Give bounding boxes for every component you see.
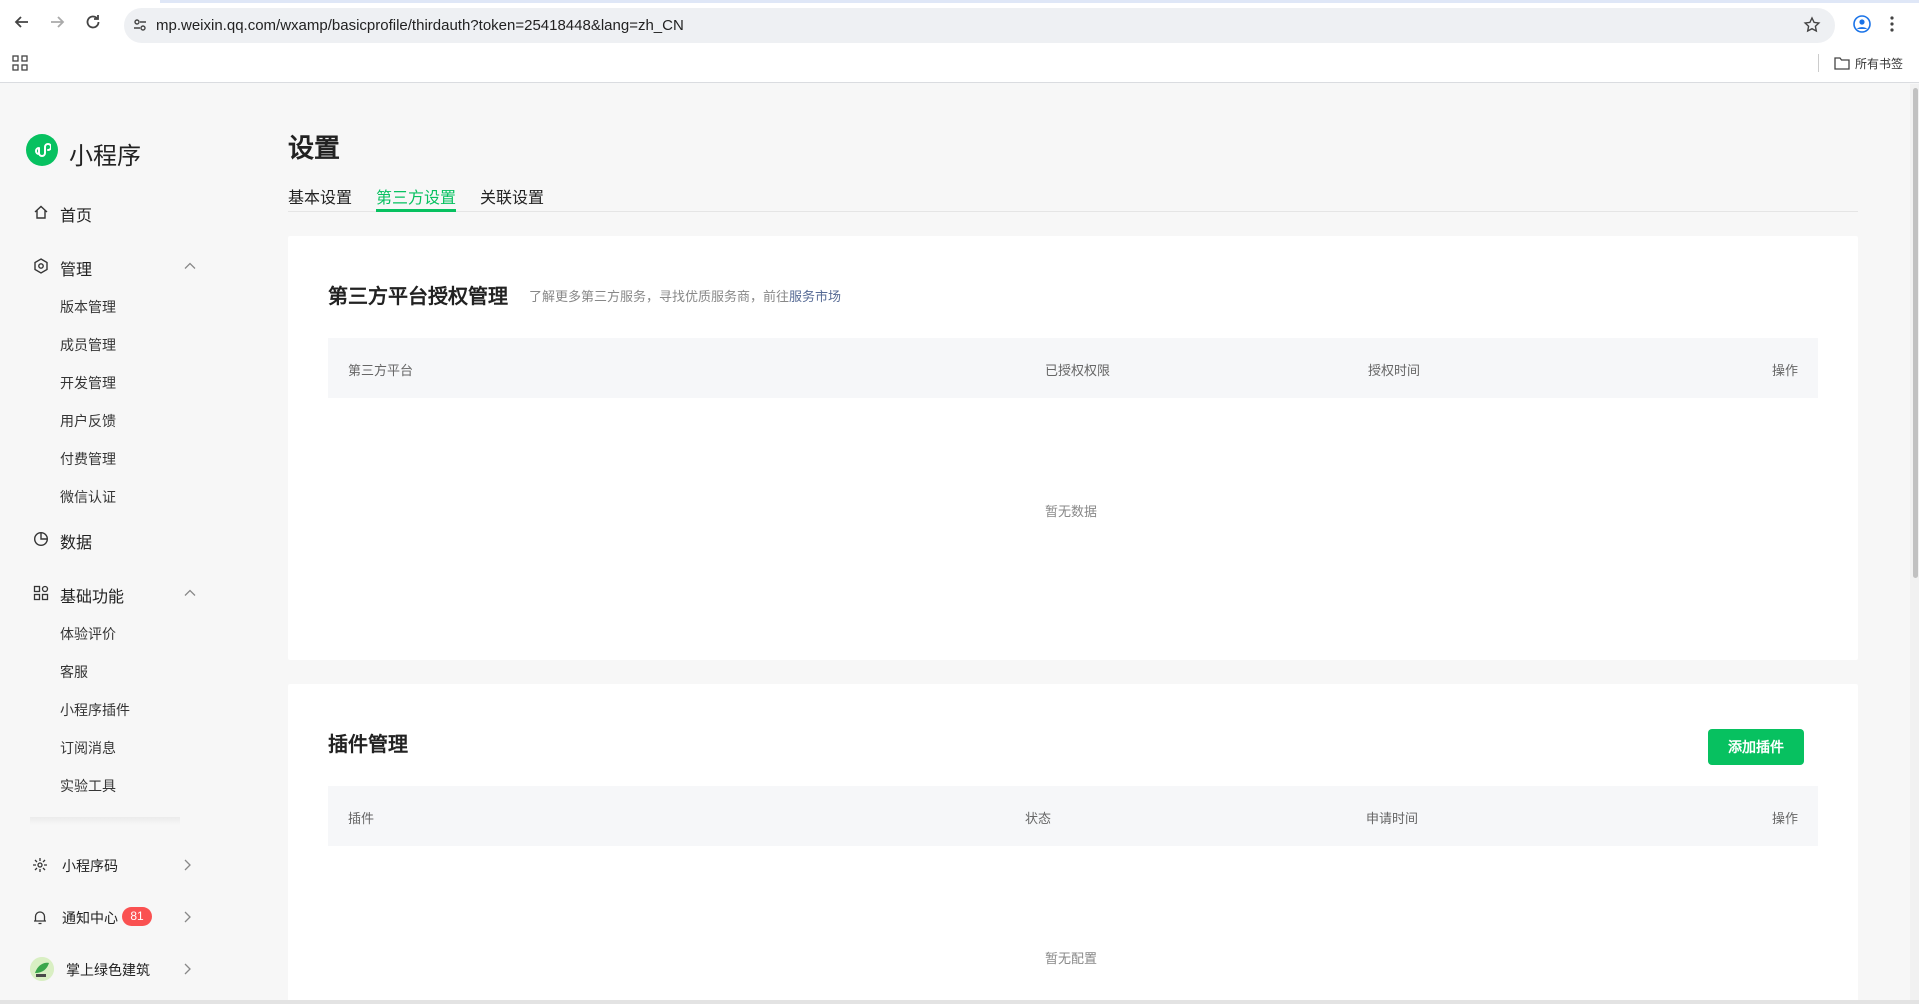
sidebar-scroll-fade bbox=[30, 817, 180, 825]
gear-icon bbox=[33, 258, 49, 274]
nav-basic-features[interactable]: 基础功能 bbox=[30, 579, 210, 607]
sidebar: 小程序 首页 管理 版本管理 成员管理 开发管理 用户反馈 付费管理 微信认证 … bbox=[0, 84, 260, 1004]
pie-chart-icon bbox=[33, 531, 49, 547]
column-header-platform: 第三方平台 bbox=[348, 363, 414, 378]
sidebar-item-payment-manage[interactable]: 付费管理 bbox=[60, 449, 116, 469]
column-header-auth-time: 授权时间 bbox=[1368, 363, 1421, 378]
miniprogram-logo-icon bbox=[26, 134, 58, 166]
sidebar-item-user-feedback[interactable]: 用户反馈 bbox=[60, 411, 116, 431]
nav-qrcode-label: 小程序码 bbox=[62, 858, 118, 874]
plugin-manage-card: 插件管理 添加插件 插件 状态 申请时间 操作 暂无配置 bbox=[288, 684, 1858, 1004]
chevron-up-icon[interactable] bbox=[183, 586, 197, 600]
page-title: 设置 bbox=[288, 133, 341, 163]
home-icon bbox=[33, 204, 49, 220]
column-header-plugin: 插件 bbox=[348, 811, 375, 826]
sidebar-item-wechat-verify[interactable]: 微信认证 bbox=[60, 487, 116, 507]
account-name: 掌上绿色建筑 bbox=[66, 962, 150, 978]
account-avatar bbox=[30, 957, 54, 981]
address-bar[interactable]: mp.weixin.qq.com/wxamp/basicprofile/thir… bbox=[124, 8, 1835, 43]
column-header-action: 操作 bbox=[1771, 811, 1798, 826]
nav-data-label: 数据 bbox=[60, 535, 93, 552]
sidebar-item-subscribe-message[interactable]: 订阅消息 bbox=[60, 738, 116, 758]
reload-icon[interactable] bbox=[83, 12, 103, 32]
third-party-auth-card: 第三方平台授权管理 了解更多第三方服务，寻找优质服务商，前往服务市场 第三方平台… bbox=[288, 236, 1858, 660]
tab-third-party-settings[interactable]: 第三方设置 bbox=[376, 184, 456, 208]
forward-icon[interactable] bbox=[47, 12, 67, 32]
sidebar-item-customer-service[interactable]: 客服 bbox=[60, 662, 88, 682]
third-party-auth-desc: 了解更多第三方服务，寻找优质服务商，前往服务市场 bbox=[529, 286, 841, 305]
browser-toolbar: mp.weixin.qq.com/wxamp/basicprofile/thir… bbox=[0, 0, 1919, 43]
bookmarks-bar: 所有书签 bbox=[0, 43, 1919, 83]
notification-count-badge: 81 bbox=[122, 907, 152, 926]
url-text[interactable]: mp.weixin.qq.com/wxamp/basicprofile/thir… bbox=[156, 17, 684, 34]
third-party-auth-title: 第三方平台授权管理 bbox=[328, 286, 508, 308]
site-settings-icon[interactable] bbox=[132, 17, 148, 33]
sidebar-item-plugins[interactable]: 小程序插件 bbox=[60, 700, 130, 720]
nav-data[interactable]: 数据 bbox=[30, 525, 210, 553]
sidebar-item-lab-tools[interactable]: 实验工具 bbox=[60, 776, 116, 796]
qrcode-icon bbox=[32, 857, 48, 873]
loading-indicator bbox=[160, 0, 1919, 3]
back-icon[interactable] bbox=[12, 12, 32, 32]
bookmark-star-icon[interactable] bbox=[1803, 16, 1821, 34]
apps-grid-icon[interactable] bbox=[12, 55, 28, 71]
table-header: 插件 状态 申请时间 操作 bbox=[328, 786, 1818, 846]
scrollbar-thumb[interactable] bbox=[1913, 88, 1918, 578]
sidebar-item-version-manage[interactable]: 版本管理 bbox=[60, 297, 116, 317]
nav-account[interactable]: 掌上绿色建筑 bbox=[30, 957, 200, 981]
nav-manage[interactable]: 管理 bbox=[30, 252, 210, 280]
nav-notification-center[interactable]: 通知中心 81 bbox=[30, 905, 200, 929]
column-header-apply-time: 申请时间 bbox=[1366, 811, 1419, 826]
column-header-status: 状态 bbox=[1025, 811, 1052, 826]
more-menu-icon[interactable] bbox=[1889, 15, 1895, 33]
nav-manage-label: 管理 bbox=[60, 262, 93, 279]
sidebar-item-experience-rating[interactable]: 体验评价 bbox=[60, 624, 116, 644]
window-bottom-edge bbox=[0, 1000, 1919, 1004]
sidebar-item-member-manage[interactable]: 成员管理 bbox=[60, 335, 116, 355]
nav-home-label: 首页 bbox=[60, 208, 93, 225]
settings-tabs: 基本设置 第三方设置 关联设置 bbox=[288, 180, 1858, 212]
apps-icon bbox=[33, 585, 49, 601]
table-header: 第三方平台 已授权权限 授权时间 操作 bbox=[328, 338, 1818, 398]
bookmarks-separator bbox=[1818, 54, 1819, 72]
empty-state-text: 暂无配置 bbox=[1045, 951, 1098, 966]
tab-associated-settings[interactable]: 关联设置 bbox=[480, 184, 544, 208]
empty-state-text: 暂无数据 bbox=[1045, 504, 1098, 519]
nav-notification-label: 通知中心 bbox=[62, 910, 118, 926]
all-bookmarks-link[interactable]: 所有书签 bbox=[1855, 55, 1903, 72]
nav-home[interactable]: 首页 bbox=[30, 198, 210, 226]
plugin-manage-title: 插件管理 bbox=[328, 734, 408, 756]
folder-icon[interactable] bbox=[1834, 56, 1850, 70]
add-plugin-button[interactable]: 添加插件 bbox=[1708, 729, 1804, 765]
profile-icon[interactable] bbox=[1853, 15, 1871, 33]
active-tab-indicator bbox=[376, 209, 456, 212]
chevron-right-icon bbox=[180, 910, 194, 924]
desc-text: 了解更多第三方服务，寻找优质服务商，前往 bbox=[529, 289, 790, 304]
column-header-action: 操作 bbox=[1771, 363, 1798, 378]
column-header-permissions: 已授权权限 bbox=[1045, 363, 1111, 378]
service-market-link[interactable]: 服务市场 bbox=[789, 289, 841, 304]
chevron-up-icon[interactable] bbox=[183, 259, 197, 273]
tab-basic-settings[interactable]: 基本设置 bbox=[288, 184, 352, 208]
chevron-right-icon bbox=[180, 962, 194, 976]
bell-icon bbox=[32, 909, 48, 925]
sidebar-item-dev-manage[interactable]: 开发管理 bbox=[60, 373, 116, 393]
nav-basic-features-label: 基础功能 bbox=[60, 589, 125, 606]
chevron-right-icon bbox=[180, 858, 194, 872]
nav-qrcode[interactable]: 小程序码 bbox=[30, 853, 200, 877]
logo-text: 小程序 bbox=[69, 143, 141, 170]
